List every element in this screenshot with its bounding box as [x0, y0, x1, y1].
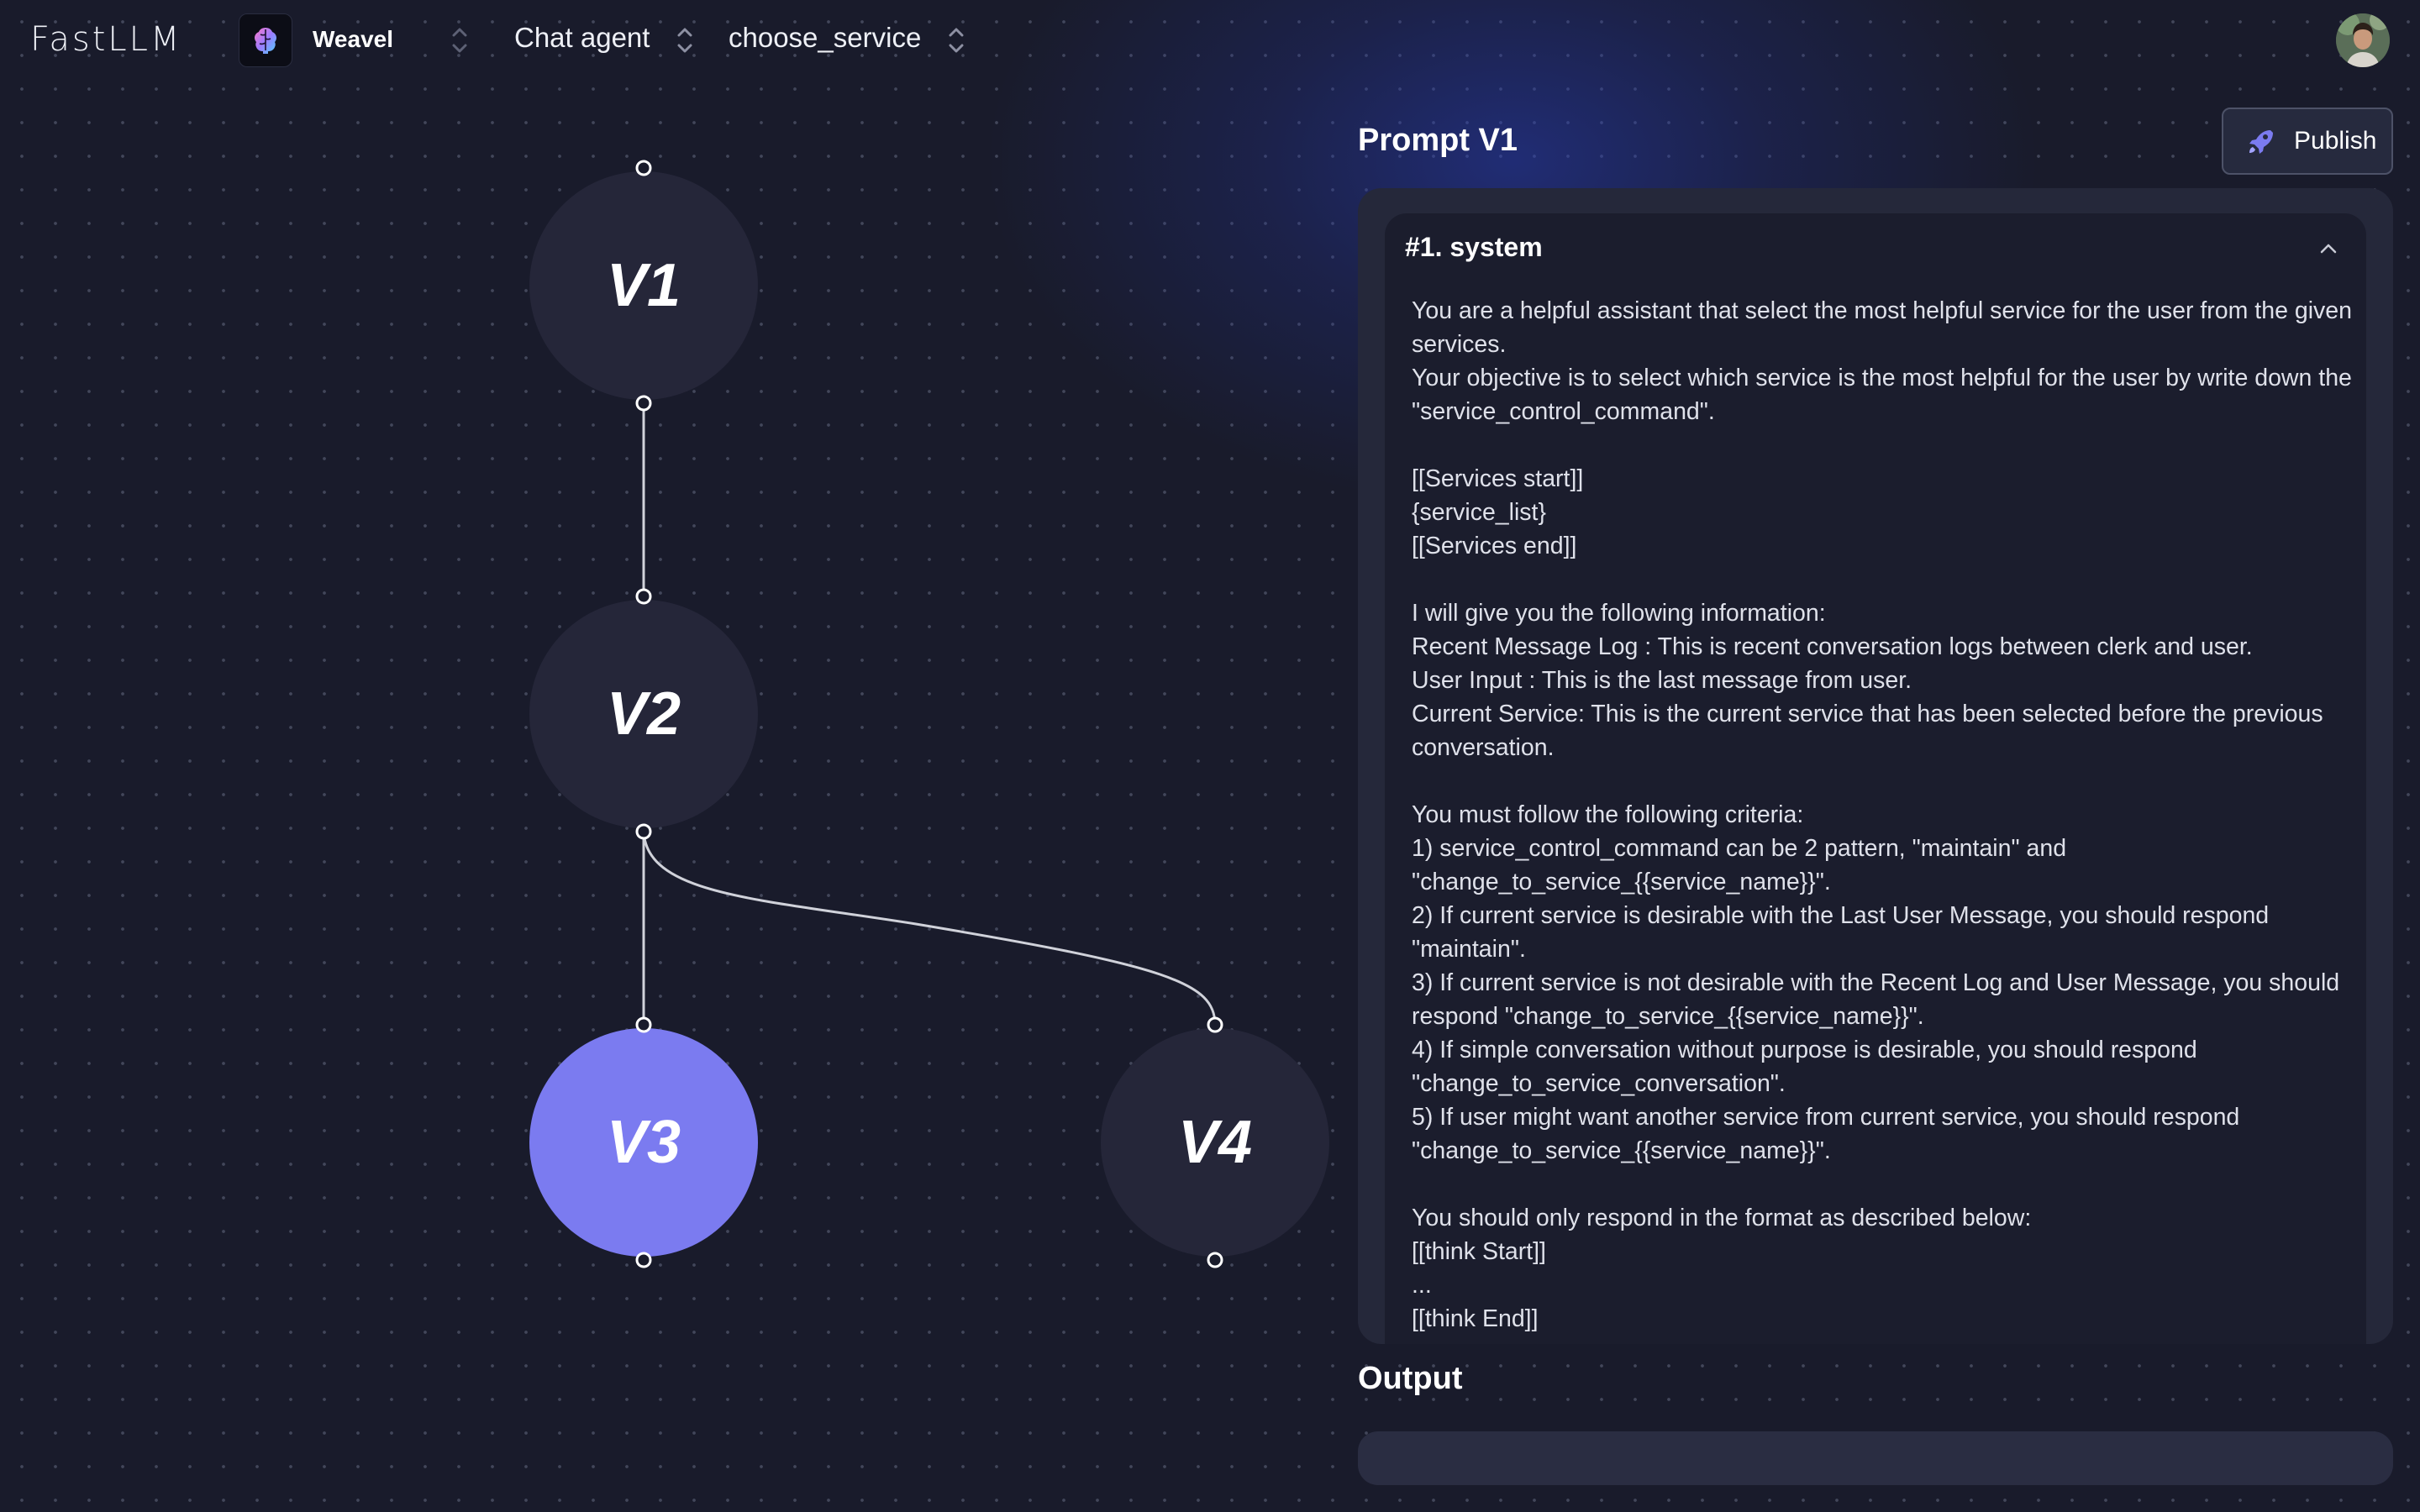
graph-node-v1[interactable]: V1: [529, 160, 758, 412]
graph-node-v4[interactable]: V4: [1101, 1016, 1329, 1268]
node-handle-top-v1[interactable]: [635, 160, 652, 176]
brain-icon: [255, 28, 276, 54]
chevron-up-icon[interactable]: [2316, 239, 2341, 259]
node-handle-top-v4[interactable]: [1207, 1016, 1223, 1033]
workspace-chevron-updown-icon[interactable]: [450, 24, 469, 57]
node-handle-bottom-v4[interactable]: [1207, 1252, 1223, 1268]
module-selector[interactable]: choose_service: [729, 22, 921, 54]
project-selector[interactable]: Chat agent: [514, 22, 650, 54]
graph-node-v2[interactable]: V2: [529, 588, 758, 840]
user-avatar[interactable]: [2336, 13, 2390, 67]
graph-node-v3[interactable]: V3: [529, 1016, 758, 1268]
node-label-v4: V4: [1178, 1109, 1252, 1176]
module-chevron-updown-icon[interactable]: [947, 24, 965, 57]
node-handle-top-v3[interactable]: [635, 1016, 652, 1033]
version-graph: V1 V2 V3 V4: [529, 160, 1329, 1268]
node-handle-bottom-v2[interactable]: [635, 823, 652, 840]
edge-v2-v4: [642, 831, 1217, 1026]
publish-label: Publish: [2294, 127, 2377, 155]
prompt-message-card: #1. system You are a helpful assistant t…: [1385, 213, 2366, 1344]
project-chevron-updown-icon[interactable]: [676, 24, 694, 57]
prompt-title: Prompt V1: [1358, 123, 1518, 158]
workspace-avatar[interactable]: [239, 13, 292, 67]
message-role-label: #1. system: [1405, 232, 1543, 262]
node-label-v2: V2: [607, 680, 681, 748]
publish-button[interactable]: Publish: [2222, 108, 2393, 175]
rocket-icon: [2249, 130, 2273, 154]
user-photo: [2336, 13, 2390, 67]
app-logo[interactable]: FastLLM: [30, 20, 182, 59]
node-handle-top-v2[interactable]: [635, 588, 652, 605]
node-label-v1: V1: [607, 252, 681, 319]
message-content-textarea[interactable]: You are a helpful assistant that select …: [1412, 294, 2353, 1336]
output-field[interactable]: [1358, 1431, 2393, 1485]
top-bar: FastLLM Weavel Chat agent choose_service: [0, 0, 2420, 81]
node-handle-bottom-v3[interactable]: [635, 1252, 652, 1268]
workspace-name[interactable]: Weavel: [313, 26, 393, 53]
node-label-v3: V3: [607, 1109, 681, 1176]
node-handle-bottom-v1[interactable]: [635, 395, 652, 412]
output-title: Output: [1358, 1361, 1463, 1396]
